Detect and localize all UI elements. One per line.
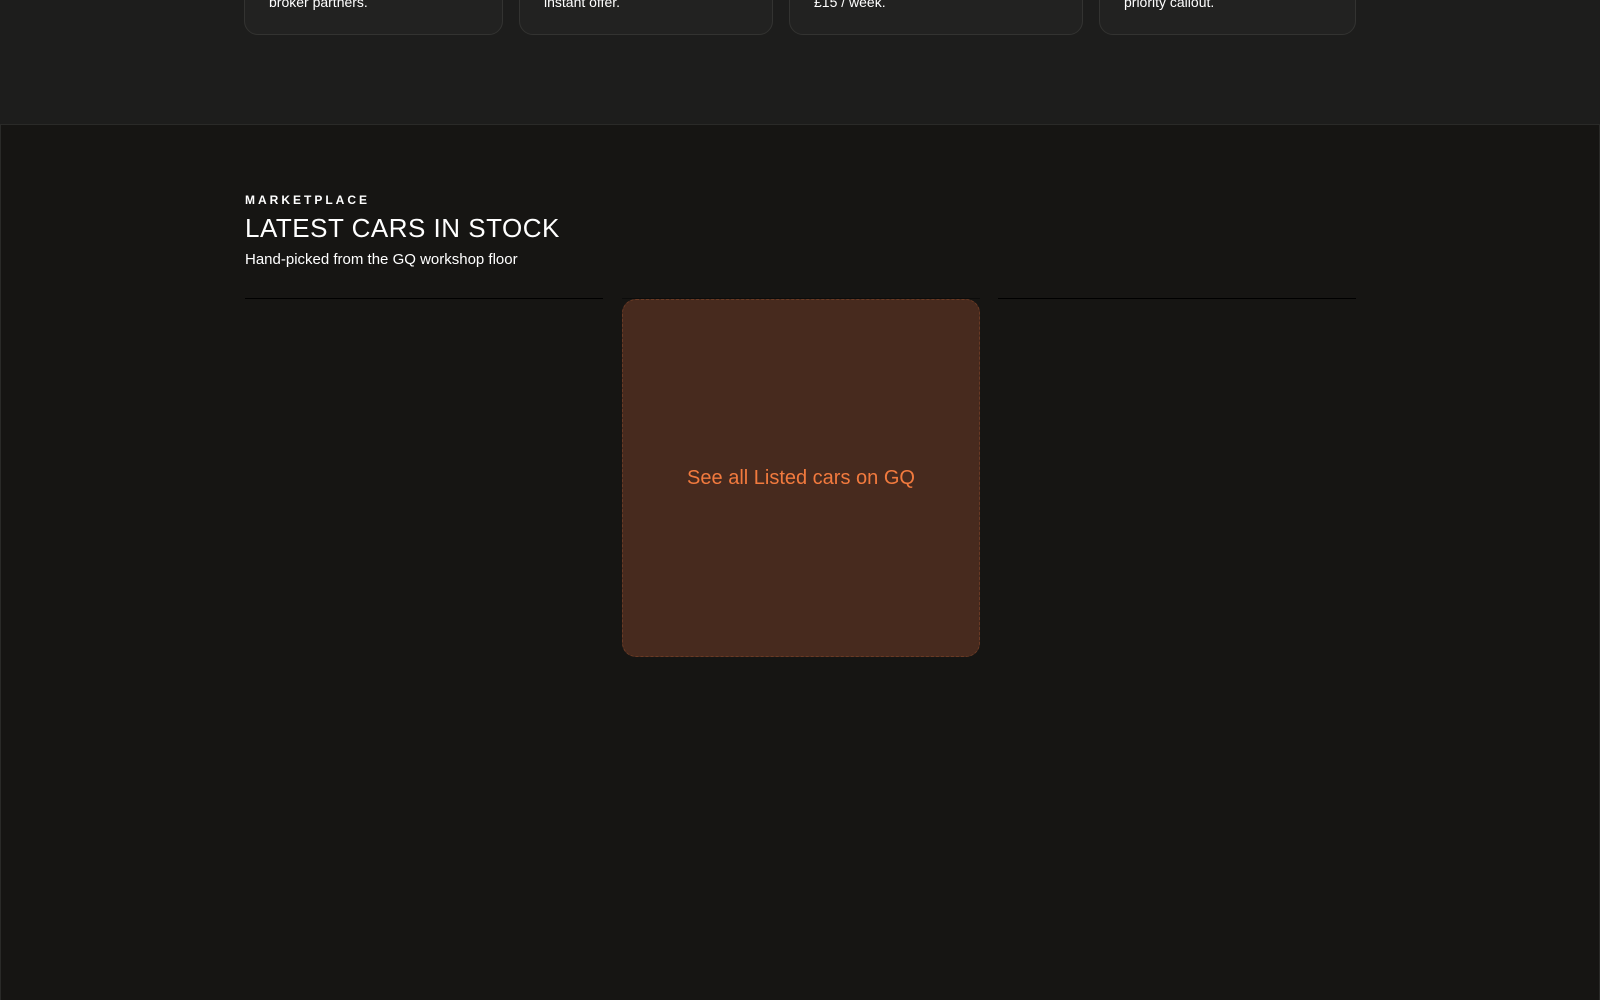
feature-card-text: £15 / week. <box>814 0 886 10</box>
feature-card-brokers: broker partners. <box>244 0 503 35</box>
car-slot-divider <box>998 298 1356 299</box>
features-section: broker partners. instant offer. £15 / we… <box>0 0 1600 125</box>
feature-card-text: priority callout. <box>1124 0 1215 10</box>
feature-card-weekly-price: £15 / week. <box>789 0 1083 35</box>
section-eyebrow: MARKETPLACE <box>245 193 370 207</box>
section-title: LATEST CARS IN STOCK <box>245 213 560 243</box>
car-slot-divider <box>245 298 603 299</box>
feature-card-instant-offer: instant offer. <box>519 0 773 35</box>
marketplace-section: MARKETPLACE LATEST CARS IN STOCK Hand-pi… <box>0 125 1600 1000</box>
feature-card-priority-callout: priority callout. <box>1099 0 1356 35</box>
see-all-listed-cars-link[interactable]: See all Listed cars on GQ <box>622 299 980 657</box>
see-all-label: See all Listed cars on GQ <box>687 466 915 489</box>
section-subtitle: Hand-picked from the GQ workshop floor <box>245 251 518 268</box>
feature-card-text: broker partners. <box>269 0 368 10</box>
feature-card-text: instant offer. <box>544 0 621 10</box>
